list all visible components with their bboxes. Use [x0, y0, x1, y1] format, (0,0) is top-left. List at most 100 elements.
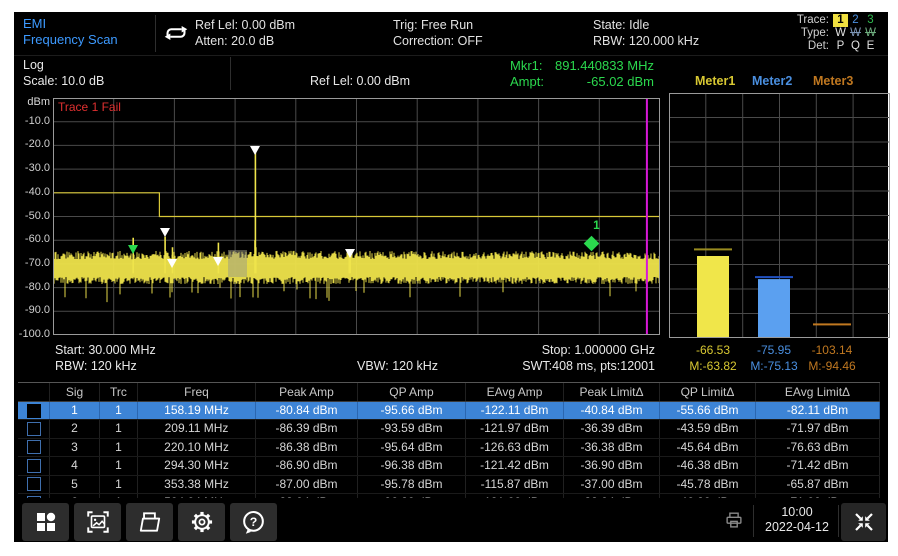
subheader-divider	[230, 57, 231, 90]
table-cell: -126.63 dBm	[466, 439, 564, 456]
table-cell: 1	[100, 457, 138, 474]
table-row[interactable]: 21209.11 MHz-86.39 dBm-93.59 dBm-121.97 …	[18, 420, 880, 438]
trace-legend-row-trace: Trace: 1 2 3	[797, 14, 878, 27]
table-cell: -76.63 dBm	[756, 439, 880, 456]
table-cell: 220.10 MHz	[138, 439, 256, 456]
y-axis-tick: -50.0	[14, 210, 50, 222]
meter-bar	[758, 279, 790, 338]
rbw-bottom-readout: RBW: 120 kHz	[55, 359, 137, 373]
trace-label: Trace:	[797, 14, 829, 27]
type-label: Type:	[801, 27, 829, 40]
table-cell: 1	[100, 476, 138, 493]
table-cell: 1	[100, 420, 138, 437]
meter-readout-value: -103.14	[787, 343, 877, 357]
clock-date: 2022-04-12	[754, 520, 840, 535]
printer-status-icon	[723, 509, 745, 536]
table-cell: -45.78 dBm	[660, 476, 756, 493]
continuous-sweep-icon[interactable]	[160, 20, 192, 51]
row-checkbox[interactable]	[27, 459, 41, 473]
table-cell: 1	[50, 402, 100, 419]
row-checkbox-cell	[18, 476, 50, 493]
marker1-ampt-readout: Ampt: -65.02 dBm	[510, 74, 654, 89]
settings-button[interactable]	[178, 503, 225, 541]
table-header-cell: Freq	[138, 383, 256, 401]
y-axis-tick: -10.0	[14, 115, 50, 127]
table-row[interactable]: 61504.04 MHz-88.04 dBm-96.20 dBm-121.66 …	[18, 494, 880, 498]
table-cell: -36.38 dBm	[564, 439, 660, 456]
row-checkbox-cell	[18, 494, 50, 498]
table-cell: -122.11 dBm	[466, 402, 564, 419]
scale-type-label: Log	[23, 58, 44, 72]
collapse-toolbar-button[interactable]	[841, 503, 886, 541]
trace-1-selector[interactable]: 1	[833, 14, 848, 27]
table-row[interactable]: 11158.19 MHz-80.84 dBm-95.66 dBm-122.11 …	[18, 402, 880, 420]
table-header-cell: Peak LimitΔ	[564, 383, 660, 401]
table-cell: -87.00 dBm	[256, 476, 358, 493]
row-checkbox[interactable]	[27, 404, 41, 418]
row-checkbox-cell	[18, 420, 50, 437]
table-header-checkbox-col	[18, 383, 50, 401]
trace-3-type[interactable]: W	[863, 27, 878, 40]
table-cell: -115.87 dBm	[466, 476, 564, 493]
scale-readout: Scale: 10.0 dB	[23, 74, 104, 88]
trace-2-type[interactable]: W	[848, 27, 863, 40]
table-cell: -71.42 dBm	[756, 457, 880, 474]
table-cell: 1	[100, 439, 138, 456]
trace-legend-row-type: Type: W W W	[797, 27, 878, 40]
help-button[interactable]: ?	[230, 503, 277, 541]
tab-meter2[interactable]: Meter2	[752, 74, 792, 88]
tab-meter1[interactable]: Meter1	[695, 74, 735, 88]
table-header-row: SigTrcFreqPeak AmpQP AmpEAvg AmpPeak Lim…	[18, 383, 880, 402]
y-axis-tick: -70.0	[14, 257, 50, 269]
mode-title: EMI	[23, 16, 46, 31]
ref-level-center-readout: Ref Lel: 0.00 dBm	[310, 74, 410, 88]
table-header-cell: Trc	[100, 383, 138, 401]
y-axis-tick: -60.0	[14, 233, 50, 245]
trace-2-detector[interactable]: Q	[848, 40, 863, 53]
apps-menu-button[interactable]	[22, 503, 69, 541]
trace-1-type[interactable]: W	[833, 27, 848, 40]
tab-meter3[interactable]: Meter3	[813, 74, 853, 88]
meter-readout-max: M:-94.46	[787, 359, 877, 373]
table-cell: -71.97 dBm	[756, 420, 880, 437]
trace-1-detector[interactable]: P	[833, 40, 848, 53]
table-cell: -46.38 dBm	[660, 457, 756, 474]
rbw-readout: RBW: 120.000 kHz	[593, 33, 699, 49]
y-axis-unit: dBm	[14, 96, 50, 108]
row-checkbox[interactable]	[27, 496, 41, 498]
row-checkbox-cell	[18, 439, 50, 456]
table-row[interactable]: 41294.30 MHz-86.90 dBm-96.38 dBm-121.42 …	[18, 457, 880, 475]
table-cell: 353.38 MHz	[138, 476, 256, 493]
table-cell: 504.04 MHz	[138, 494, 256, 498]
row-checkbox[interactable]	[27, 422, 41, 436]
y-axis-tick: -30.0	[14, 162, 50, 174]
apps-grid-icon	[34, 510, 58, 534]
ampt-value: -65.02 dBm	[587, 74, 654, 89]
table-cell: -80.84 dBm	[256, 402, 358, 419]
table-cell: -121.97 dBm	[466, 420, 564, 437]
trace-3-selector[interactable]: 3	[863, 14, 878, 27]
screenshot-icon	[85, 509, 111, 535]
spectrum-plot[interactable]	[53, 98, 660, 335]
vbw-readout: VBW: 120 kHz	[357, 359, 438, 373]
trace-2-selector[interactable]: 2	[848, 14, 863, 27]
trace-legend: Trace: 1 2 3 Type: W W W Det: P Q E	[797, 14, 878, 53]
row-checkbox[interactable]	[27, 440, 41, 454]
meter-bar	[697, 256, 729, 338]
trace-3-detector[interactable]: E	[863, 40, 878, 53]
screenshot-button[interactable]	[74, 503, 121, 541]
table-cell: -36.39 dBm	[564, 420, 660, 437]
mkr1-value: 891.440833 MHz	[555, 58, 654, 73]
table-cell: -71.66 dBm	[756, 494, 880, 498]
table-cell: 209.11 MHz	[138, 420, 256, 437]
table-cell: 1	[100, 402, 138, 419]
row-checkbox[interactable]	[27, 477, 41, 491]
signal-table[interactable]: SigTrcFreqPeak AmpQP AmpEAvg AmpPeak Lim…	[18, 382, 880, 498]
table-cell: -82.11 dBm	[756, 402, 880, 419]
table-row[interactable]: 31220.10 MHz-86.38 dBm-95.64 dBm-126.63 …	[18, 439, 880, 457]
file-manager-button[interactable]	[126, 503, 173, 541]
toolbar-divider-right	[838, 505, 839, 537]
table-cell: -86.38 dBm	[256, 439, 358, 456]
table-row[interactable]: 51353.38 MHz-87.00 dBm-95.78 dBm-115.87 …	[18, 476, 880, 494]
sweep-time-readout: SWT:408 ms, pts:12001	[454, 359, 655, 373]
